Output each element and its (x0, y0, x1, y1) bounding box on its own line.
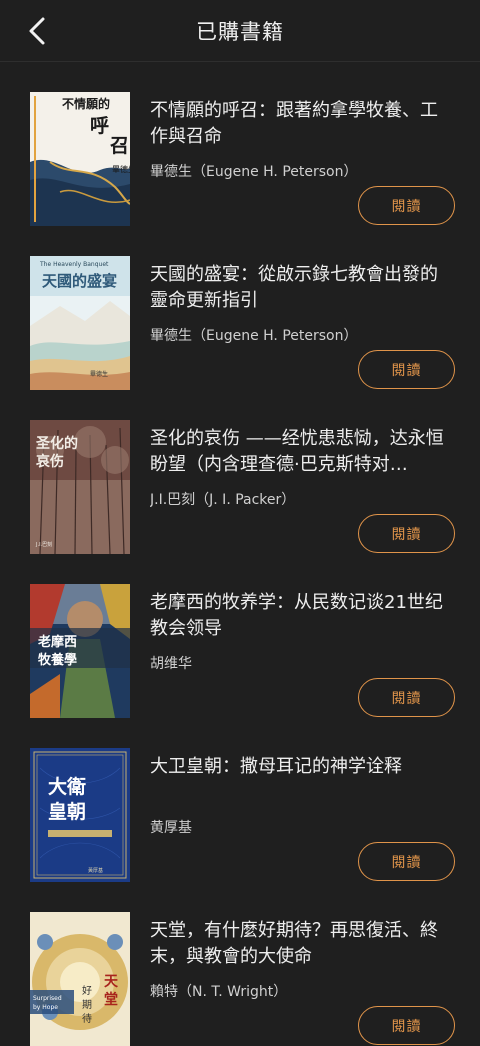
book-title[interactable]: 天堂，有什麼好期待？再思復活、終末，與教會的大使命 (150, 918, 455, 970)
book-item: 圣化的 哀伤 J.I.巴刻 圣化的哀伤 ——经忧患悲恸，达永恒盼望（内含理查德·… (0, 390, 480, 554)
book-author: 黄厚基 (150, 820, 192, 836)
header-bar: 已購書籍 (0, 0, 480, 62)
book-title[interactable]: 老摩西的牧养学：从民数记谈21世纪教会领导 (150, 590, 455, 642)
book-item: The Heavenly Banquet 天國的盛宴 畢德生 天國的盛宴：從啟示… (0, 226, 480, 390)
book-cover[interactable]: 不情願的 呼 召 畢德生 (30, 92, 130, 226)
read-button[interactable]: 閱讀 (358, 1006, 455, 1045)
book-title[interactable]: 圣化的哀伤 ——经忧患悲恸，达永恒盼望（内含理查德·巴克斯特对… (150, 426, 455, 478)
page-title: 已購書籍 (196, 19, 284, 44)
book-cover[interactable]: 老摩西 牧養學 (30, 584, 130, 718)
svg-text:哀伤: 哀伤 (36, 453, 64, 470)
book-cover[interactable]: The Heavenly Banquet 天國的盛宴 畢德生 (30, 256, 130, 390)
book-author: 賴特（N. T. Wright） (150, 984, 288, 1000)
cover-title-text: 圣化的 (35, 435, 78, 452)
book-cover[interactable]: 圣化的 哀伤 J.I.巴刻 (30, 420, 130, 554)
svg-text:召: 召 (110, 135, 129, 157)
svg-text:牧養學: 牧養學 (38, 652, 77, 668)
book-cover[interactable]: 大衛 皇朝 黃厚基 (30, 748, 130, 882)
book-title[interactable]: 不情願的呼召：跟著約拿學牧養、工作與召命 (150, 98, 455, 150)
cover-subtitle-text: The Heavenly Banquet (39, 261, 109, 268)
book-list: 不情願的 呼 召 畢德生 不情願的呼召：跟著約拿學牧養、工作與召命 畢德生（Eu… (0, 62, 480, 1046)
svg-text:待: 待 (82, 1012, 92, 1025)
book-author: J.I.巴刻（J. I. Packer） (150, 492, 296, 508)
book-author: 胡维华 (150, 656, 192, 672)
svg-text:天國的盛宴: 天國的盛宴 (42, 272, 117, 290)
book-title[interactable]: 大卫皇朝：撒母耳记的神学诠释 (150, 754, 455, 780)
svg-text:畢德生: 畢德生 (90, 370, 108, 378)
read-button[interactable]: 閱讀 (358, 186, 455, 225)
book-cover[interactable]: Surprised by Hope 天 堂 好 期 待 (30, 912, 130, 1046)
cover-title-text: 天 (104, 974, 119, 990)
cover-title-text: 老摩西 (37, 634, 77, 650)
book-item: 大衛 皇朝 黃厚基 大卫皇朝：撒母耳记的神学诠释 黄厚基 閱讀 (0, 718, 480, 882)
svg-text:呼: 呼 (90, 115, 109, 137)
book-item: 老摩西 牧養學 老摩西的牧养学：从民数记谈21世纪教会领导 胡维华 閱讀 (0, 554, 480, 718)
svg-text:好: 好 (82, 985, 92, 997)
svg-text:黃厚基: 黃厚基 (88, 867, 103, 874)
svg-text:畢德生: 畢德生 (112, 164, 130, 174)
read-button[interactable]: 閱讀 (358, 678, 455, 717)
chevron-left-icon (29, 17, 45, 45)
cover-title-text: 大衛 (48, 775, 86, 798)
read-button[interactable]: 閱讀 (358, 514, 455, 553)
cover-subtitle-text: Surprised (33, 995, 62, 1002)
svg-text:J.I.巴刻: J.I.巴刻 (35, 541, 52, 548)
book-author: 畢德生（Eugene H. Peterson） (150, 328, 358, 344)
svg-text:皇朝: 皇朝 (48, 800, 86, 823)
back-button[interactable] (22, 16, 52, 46)
svg-text:期: 期 (82, 999, 92, 1011)
book-item: 不情願的 呼 召 畢德生 不情願的呼召：跟著約拿學牧養、工作與召命 畢德生（Eu… (0, 62, 480, 226)
book-author: 畢德生（Eugene H. Peterson） (150, 164, 358, 180)
book-item: Surprised by Hope 天 堂 好 期 待 天堂，有什麼好期待？再思… (0, 882, 480, 1046)
read-button[interactable]: 閱讀 (358, 842, 455, 881)
read-button[interactable]: 閱讀 (358, 350, 455, 389)
book-title[interactable]: 天國的盛宴：從啟示錄七教會出發的靈命更新指引 (150, 262, 455, 314)
cover-title-text: 不情願的 (62, 96, 110, 111)
svg-text:by Hope: by Hope (33, 1004, 58, 1011)
